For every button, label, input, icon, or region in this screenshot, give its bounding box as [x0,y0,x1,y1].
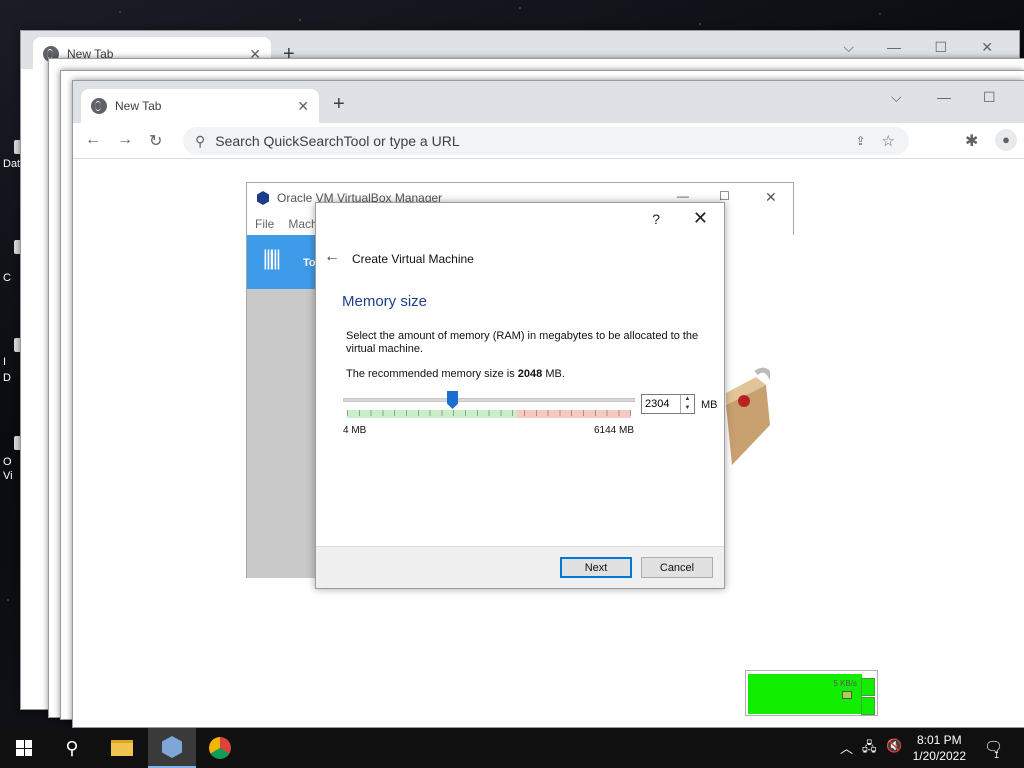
omnibox-input[interactable] [215,133,856,149]
taskbar-virtualbox[interactable] [148,728,196,768]
scale-ticks [347,410,631,416]
create-vm-dialog: ? ✕ ← Create Virtual Machine Memory size… [315,202,725,589]
globe-icon [91,98,107,114]
memory-description: Select the amount of memory (RAM) in meg… [346,330,699,355]
new-tab-button[interactable]: + [333,93,345,116]
tray-chevron-icon[interactable]: ︿ [840,738,853,757]
search-icon: ⚲ [65,737,79,758]
omnibox[interactable]: ⚲ ⇪ ☆ [183,127,909,155]
minimize-icon[interactable]: — [937,89,951,105]
tools-icon: ⫴⫴ [263,245,281,275]
memory-slider-thumb[interactable] [447,391,458,409]
recommended-memory-text: The recommended memory size is 2048 MB. [346,368,565,380]
toolbox-illustration [726,367,770,465]
clock[interactable]: 8:01 PM 1/20/2022 [913,732,966,764]
maximize-icon[interactable]: ☐ [934,39,947,56]
extensions-icon[interactable]: ✱ [965,131,978,151]
section-title: Memory size [342,293,428,310]
vbm-maximize-icon[interactable]: ☐ [719,189,730,203]
network-up-icon[interactable] [861,678,875,696]
memory-unit-label: MB [701,399,718,411]
desktop-label-6: Vi [3,470,13,482]
desktop-label-3: I [3,356,7,368]
taskbar: ⚲ ︿ 🖧 🔇 8:01 PM 1/20/2022 🗨 1 [0,728,1024,768]
bookmark-star-icon[interactable]: ☆ [882,132,895,150]
recommend-prefix: The recommended memory size is [346,368,515,380]
vbm-close-icon[interactable]: ✕ [765,189,777,206]
slider-max-label: 6144 MB [594,425,635,436]
cancel-button[interactable]: Cancel [641,557,713,578]
clock-date: 1/20/2022 [912,749,966,763]
menu-machine[interactable]: Mach [288,217,317,231]
network-rate: 5 KB/s [833,679,857,688]
dialog-close-icon[interactable]: ✕ [693,208,708,229]
network-monitor-widget[interactable]: 5 KB/s [745,670,878,716]
chrome-icon [209,737,231,759]
network-activity-icon [842,691,852,699]
profile-icon[interactable]: ● [995,129,1017,151]
forward-icon[interactable]: → [117,131,133,149]
virtualbox-logo-icon [257,191,269,205]
spin-buttons: ▲ ▼ [680,395,694,413]
spin-down-icon[interactable]: ▼ [681,404,694,413]
tab-search-icon[interactable]: ⌵ [891,89,902,106]
tools-label: To [303,257,316,269]
maximize-icon[interactable]: ☐ [983,89,996,106]
recommend-suffix: MB. [545,368,565,380]
help-button[interactable]: ? [652,211,660,227]
spin-up-icon[interactable]: ▲ [681,395,694,404]
memory-slider-scale [347,410,631,418]
back-icon[interactable]: ← [85,131,101,149]
taskbar-chrome[interactable] [196,728,244,768]
tab-title: New Tab [115,99,162,113]
start-button[interactable] [0,728,48,768]
dialog-title: Create Virtual Machine [352,252,474,266]
close-window-icon[interactable]: ✕ [981,39,993,56]
tab-search-icon[interactable]: ⌵ [843,39,854,56]
desktop-label-5: O [3,456,12,468]
windows-logo-icon [16,740,32,756]
network-tray-icon[interactable]: 🖧 [862,738,877,760]
memory-spinbox[interactable]: ▲ ▼ [641,394,695,414]
vbm-minimize-icon[interactable]: — [677,189,689,203]
desktop-label-4: D [3,372,11,384]
reload-icon[interactable]: ↻ [149,131,162,151]
virtualbox-icon [162,736,182,758]
back-arrow-icon[interactable]: ← [324,248,340,266]
close-tab-icon[interactable]: ✕ [297,98,309,115]
taskbar-file-explorer[interactable] [98,728,146,768]
browser-toolbar: ← → ↻ ⚲ ⇪ ☆ ✱ ● [73,123,1024,159]
network-down-icon[interactable] [861,697,875,715]
memory-input[interactable] [642,395,680,413]
folder-icon [111,740,133,756]
menu-file[interactable]: File [255,217,274,231]
search-button[interactable]: ⚲ [48,728,96,768]
vbm-tools-item[interactable]: ⫴⫴ To [247,235,317,289]
dialog-footer: Next Cancel [316,546,724,588]
next-button[interactable]: Next [560,557,632,578]
dialog-titlebar: ? ✕ [316,203,724,237]
volume-muted-icon[interactable]: 🔇 [886,738,902,754]
desktop-label-1: Dat [3,158,21,170]
slider-min-label: 4 MB [343,425,367,436]
search-icon: ⚲ [195,132,206,149]
recommend-value: 2048 [517,368,543,380]
tab-strip: New Tab ✕ + ⌵ — ☐ [73,81,1024,123]
share-icon[interactable]: ⇪ [855,134,865,148]
memory-slider-track[interactable] [343,398,635,402]
tab-new-tab[interactable]: New Tab ✕ [81,89,319,123]
clock-time: 8:01 PM [916,733,962,747]
notification-count: 1 [994,750,1000,760]
desktop-label-2: C [3,272,11,284]
minimize-icon[interactable]: — [887,39,901,55]
